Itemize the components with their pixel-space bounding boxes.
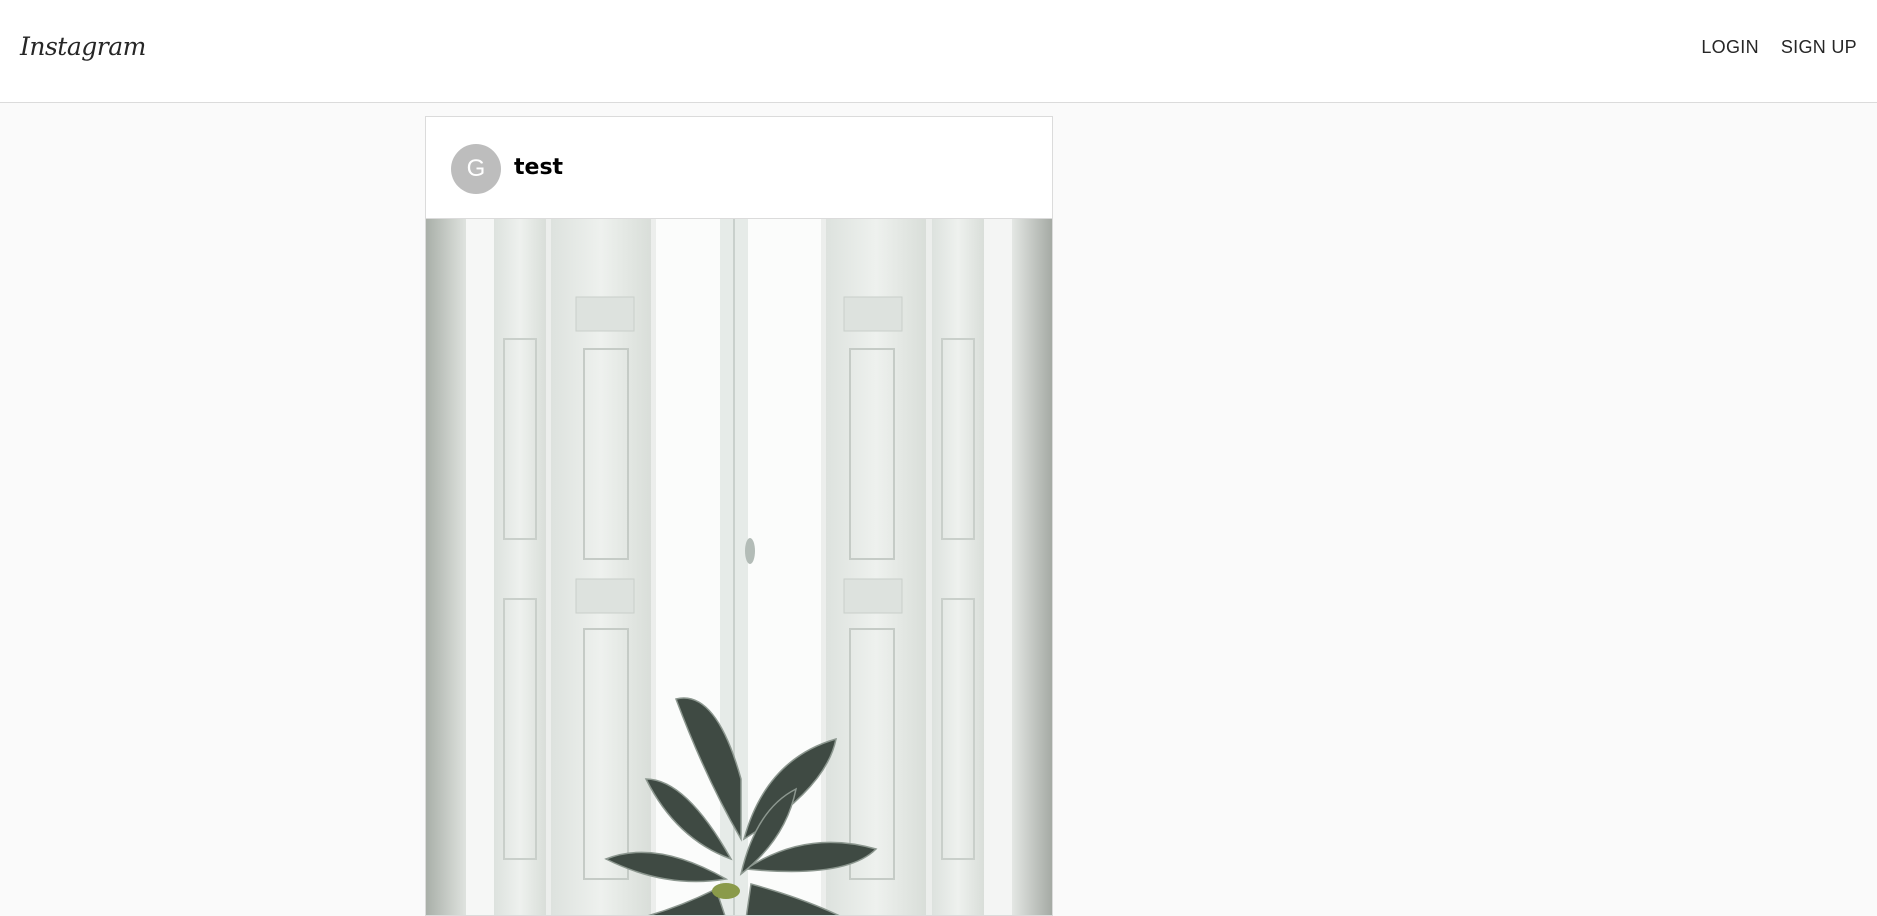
instagram-logo[interactable]: Instagram xyxy=(20,32,146,61)
post-username[interactable]: test xyxy=(514,155,563,180)
login-button[interactable]: LOGIN xyxy=(1701,37,1759,58)
post-card: G test xyxy=(425,116,1053,916)
top-navbar: Instagram LOGIN SIGN UP xyxy=(0,0,1877,103)
signup-button[interactable]: SIGN UP xyxy=(1781,37,1857,58)
post-image[interactable] xyxy=(426,219,1052,915)
avatar[interactable]: G xyxy=(451,144,501,194)
auth-nav: LOGIN SIGN UP xyxy=(1701,37,1857,58)
post-photo-illustration xyxy=(426,219,1052,915)
post-header: G test xyxy=(426,117,1052,219)
